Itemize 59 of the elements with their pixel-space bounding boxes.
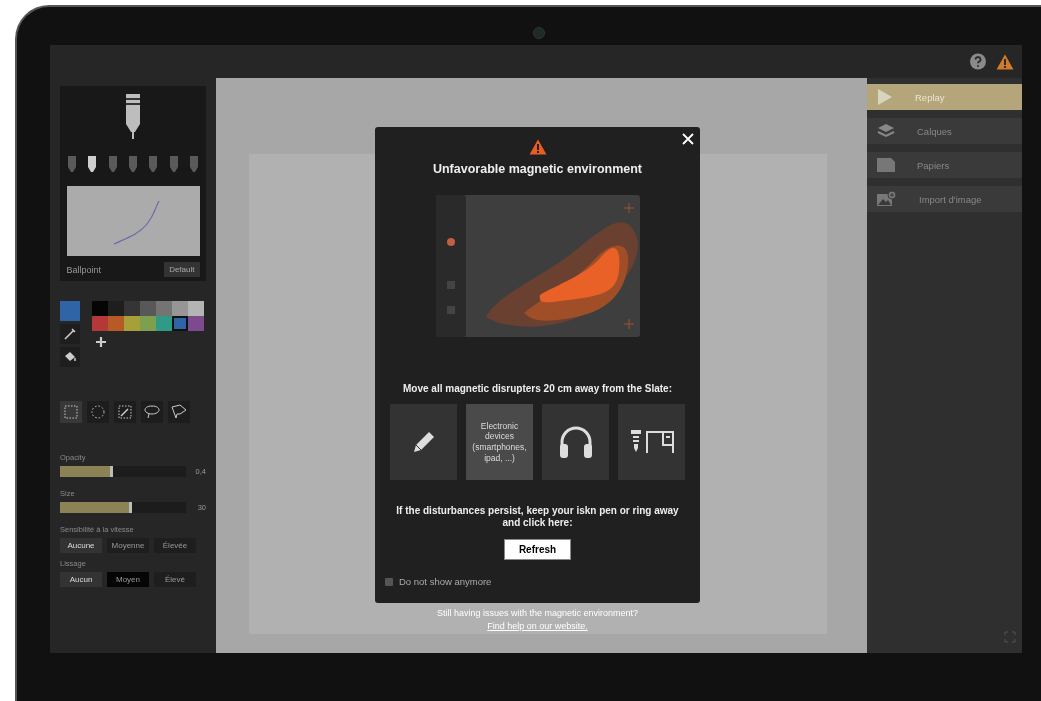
warning-icon bbox=[528, 139, 547, 155]
ellipse-select-icon[interactable] bbox=[87, 401, 109, 423]
color-swatch[interactable] bbox=[156, 316, 172, 331]
close-icon[interactable] bbox=[682, 133, 694, 145]
checkbox-label: Do not show anymore bbox=[399, 576, 492, 587]
magic-wand-icon[interactable] bbox=[114, 401, 136, 423]
eyedropper-icon[interactable] bbox=[60, 324, 80, 344]
default-button[interactable]: Default bbox=[164, 262, 200, 277]
ballpoint-pen-icon bbox=[124, 94, 142, 140]
paper-icon bbox=[877, 158, 895, 172]
persist-text: If the disturbances persist, keep your iskn pen or ring away and click here: bbox=[395, 505, 680, 529]
instruction-text: Move all magnetic disrupters 20 cm away from the Slate: bbox=[403, 383, 672, 394]
menu-item[interactable]: Papiers bbox=[867, 152, 1022, 178]
warning-icon[interactable] bbox=[996, 53, 1014, 70]
color-swatch[interactable] bbox=[124, 301, 140, 316]
slider-track[interactable] bbox=[60, 502, 186, 513]
color-swatch[interactable] bbox=[188, 301, 204, 316]
brush-name: Ballpoint bbox=[66, 264, 102, 275]
help-text: Still having issues with the magnetic environment? bbox=[436, 608, 639, 618]
disrupter-card: Electronic devices (smartphones, ipad, ...) bbox=[466, 404, 533, 480]
menu-item[interactable]: Calques bbox=[867, 118, 1022, 144]
color-swatch[interactable] bbox=[188, 316, 204, 331]
polygon-lasso-icon[interactable] bbox=[168, 401, 190, 423]
screw-and-desk-icon bbox=[629, 429, 674, 455]
menu-item[interactable]: Import d'image bbox=[867, 186, 1022, 212]
lasso-icon[interactable] bbox=[141, 401, 163, 423]
fullscreen-icon[interactable] bbox=[1004, 631, 1016, 643]
color-swatch[interactable] bbox=[92, 301, 108, 316]
camera-icon bbox=[533, 27, 545, 39]
layers-icon bbox=[877, 123, 895, 139]
refresh-button[interactable]: Refresh bbox=[503, 539, 572, 560]
color-swatch[interactable] bbox=[108, 316, 124, 331]
dialog-title: Unfavorable magnetic environment bbox=[432, 162, 643, 176]
paint-bucket-icon[interactable] bbox=[60, 347, 80, 367]
option-button[interactable]: Aucun bbox=[60, 572, 102, 587]
color-swatch[interactable] bbox=[140, 301, 156, 316]
headphones-icon bbox=[557, 425, 594, 459]
help-icon[interactable] bbox=[969, 52, 987, 71]
color-swatch[interactable] bbox=[172, 316, 188, 331]
current-color-swatch[interactable] bbox=[60, 301, 80, 321]
slider-track[interactable] bbox=[60, 466, 186, 477]
color-swatch[interactable] bbox=[108, 301, 124, 316]
add-color-icon[interactable] bbox=[95, 336, 107, 348]
pen-stroke bbox=[112, 200, 160, 245]
play-icon bbox=[877, 88, 893, 106]
checkbox[interactable] bbox=[385, 577, 393, 586]
option-button[interactable]: Élevé bbox=[154, 572, 196, 587]
add-image-icon bbox=[877, 191, 897, 207]
option-button[interactable]: Élevée bbox=[154, 538, 196, 553]
pen-tool-icon[interactable] bbox=[88, 156, 97, 174]
option-button[interactable]: Aucune bbox=[60, 538, 102, 553]
color-swatch[interactable] bbox=[172, 301, 188, 316]
color-swatch[interactable] bbox=[92, 316, 108, 331]
rectangle-select-icon[interactable] bbox=[60, 401, 82, 423]
option-button[interactable]: Moyenne bbox=[107, 538, 149, 553]
option-button[interactable]: Moyen bbox=[107, 572, 149, 587]
color-swatch[interactable] bbox=[124, 316, 140, 331]
color-swatch[interactable] bbox=[156, 301, 172, 316]
color-swatch[interactable] bbox=[140, 316, 156, 331]
